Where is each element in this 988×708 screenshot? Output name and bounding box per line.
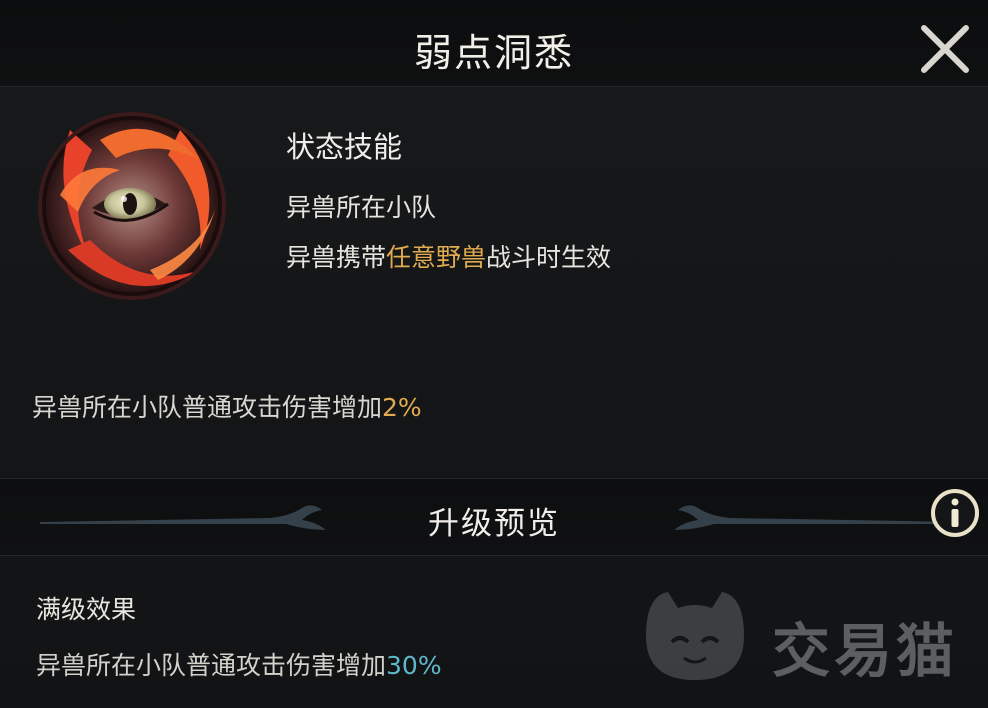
tiger-eye-skill-icon [38, 112, 226, 300]
condition-highlight: 任意野兽 [386, 243, 487, 272]
upgrade-section-title: 升级预览 [428, 506, 560, 542]
skill-condition: 异兽携带任意野兽战斗时生效 [286, 238, 611, 274]
skill-scope: 异兽所在小队 [286, 193, 437, 222]
max-level-label: 满级效果 [36, 595, 137, 624]
info-icon [931, 489, 979, 537]
watermark-text: 交易猫 [772, 617, 959, 685]
info-button[interactable] [930, 488, 980, 538]
skill-type: 状态技能 [286, 130, 403, 164]
condition-prefix: 异兽携带 [286, 243, 387, 272]
current-effect-text: 异兽所在小队普通攻击伤害增加 [32, 393, 383, 422]
condition-suffix: 战斗时生效 [486, 243, 612, 272]
current-effect-value: 2% [382, 393, 422, 422]
skill-detail-panel: 弱点洞悉 状态技能 异兽所在小队 异兽携带任意野兽战斗时生效 异兽所在小队普通攻… [0, 0, 988, 708]
close-icon [921, 25, 969, 73]
skill-icon [30, 100, 230, 310]
close-button[interactable] [918, 22, 972, 76]
panel-title: 弱点洞悉 [413, 31, 574, 75]
max-effect-text: 异兽所在小队普通攻击伤害增加 [36, 651, 387, 680]
current-effect: 异兽所在小队普通攻击伤害增加2% [32, 388, 422, 424]
max-level-effect: 异兽所在小队普通攻击伤害增加30% [36, 646, 442, 682]
max-effect-value: 30% [386, 651, 442, 680]
